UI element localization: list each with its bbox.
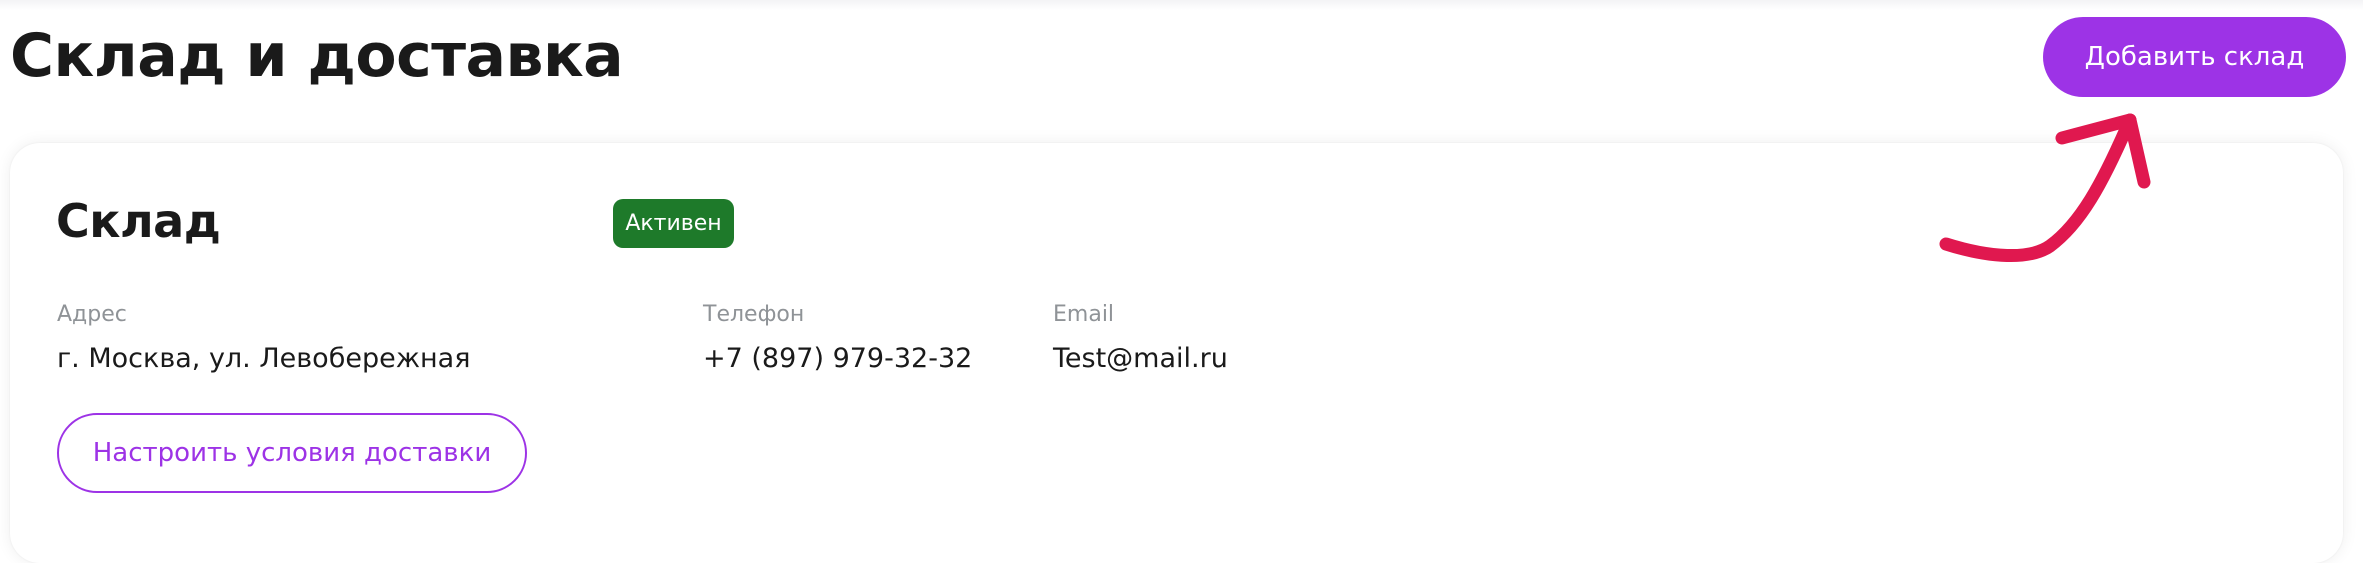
- status-badge: Активен: [613, 199, 734, 248]
- email-label: Email: [1053, 302, 1115, 327]
- phone-label: Телефон: [703, 302, 805, 327]
- address-label: Адрес: [57, 302, 127, 327]
- warehouse-name: Склад: [56, 194, 221, 248]
- top-shadow: [0, 0, 2363, 10]
- address-value: г. Москва, ул. Левобережная: [57, 343, 471, 374]
- curved-arrow-icon: [1939, 113, 2151, 263]
- add-warehouse-button[interactable]: Добавить склад: [2043, 17, 2346, 97]
- phone-value: +7 (897) 979-32-32: [703, 343, 973, 374]
- email-value: Test@mail.ru: [1053, 343, 1228, 374]
- configure-delivery-button[interactable]: Настроить условия доставки: [57, 413, 527, 493]
- page-title: Склад и доставка: [10, 21, 624, 91]
